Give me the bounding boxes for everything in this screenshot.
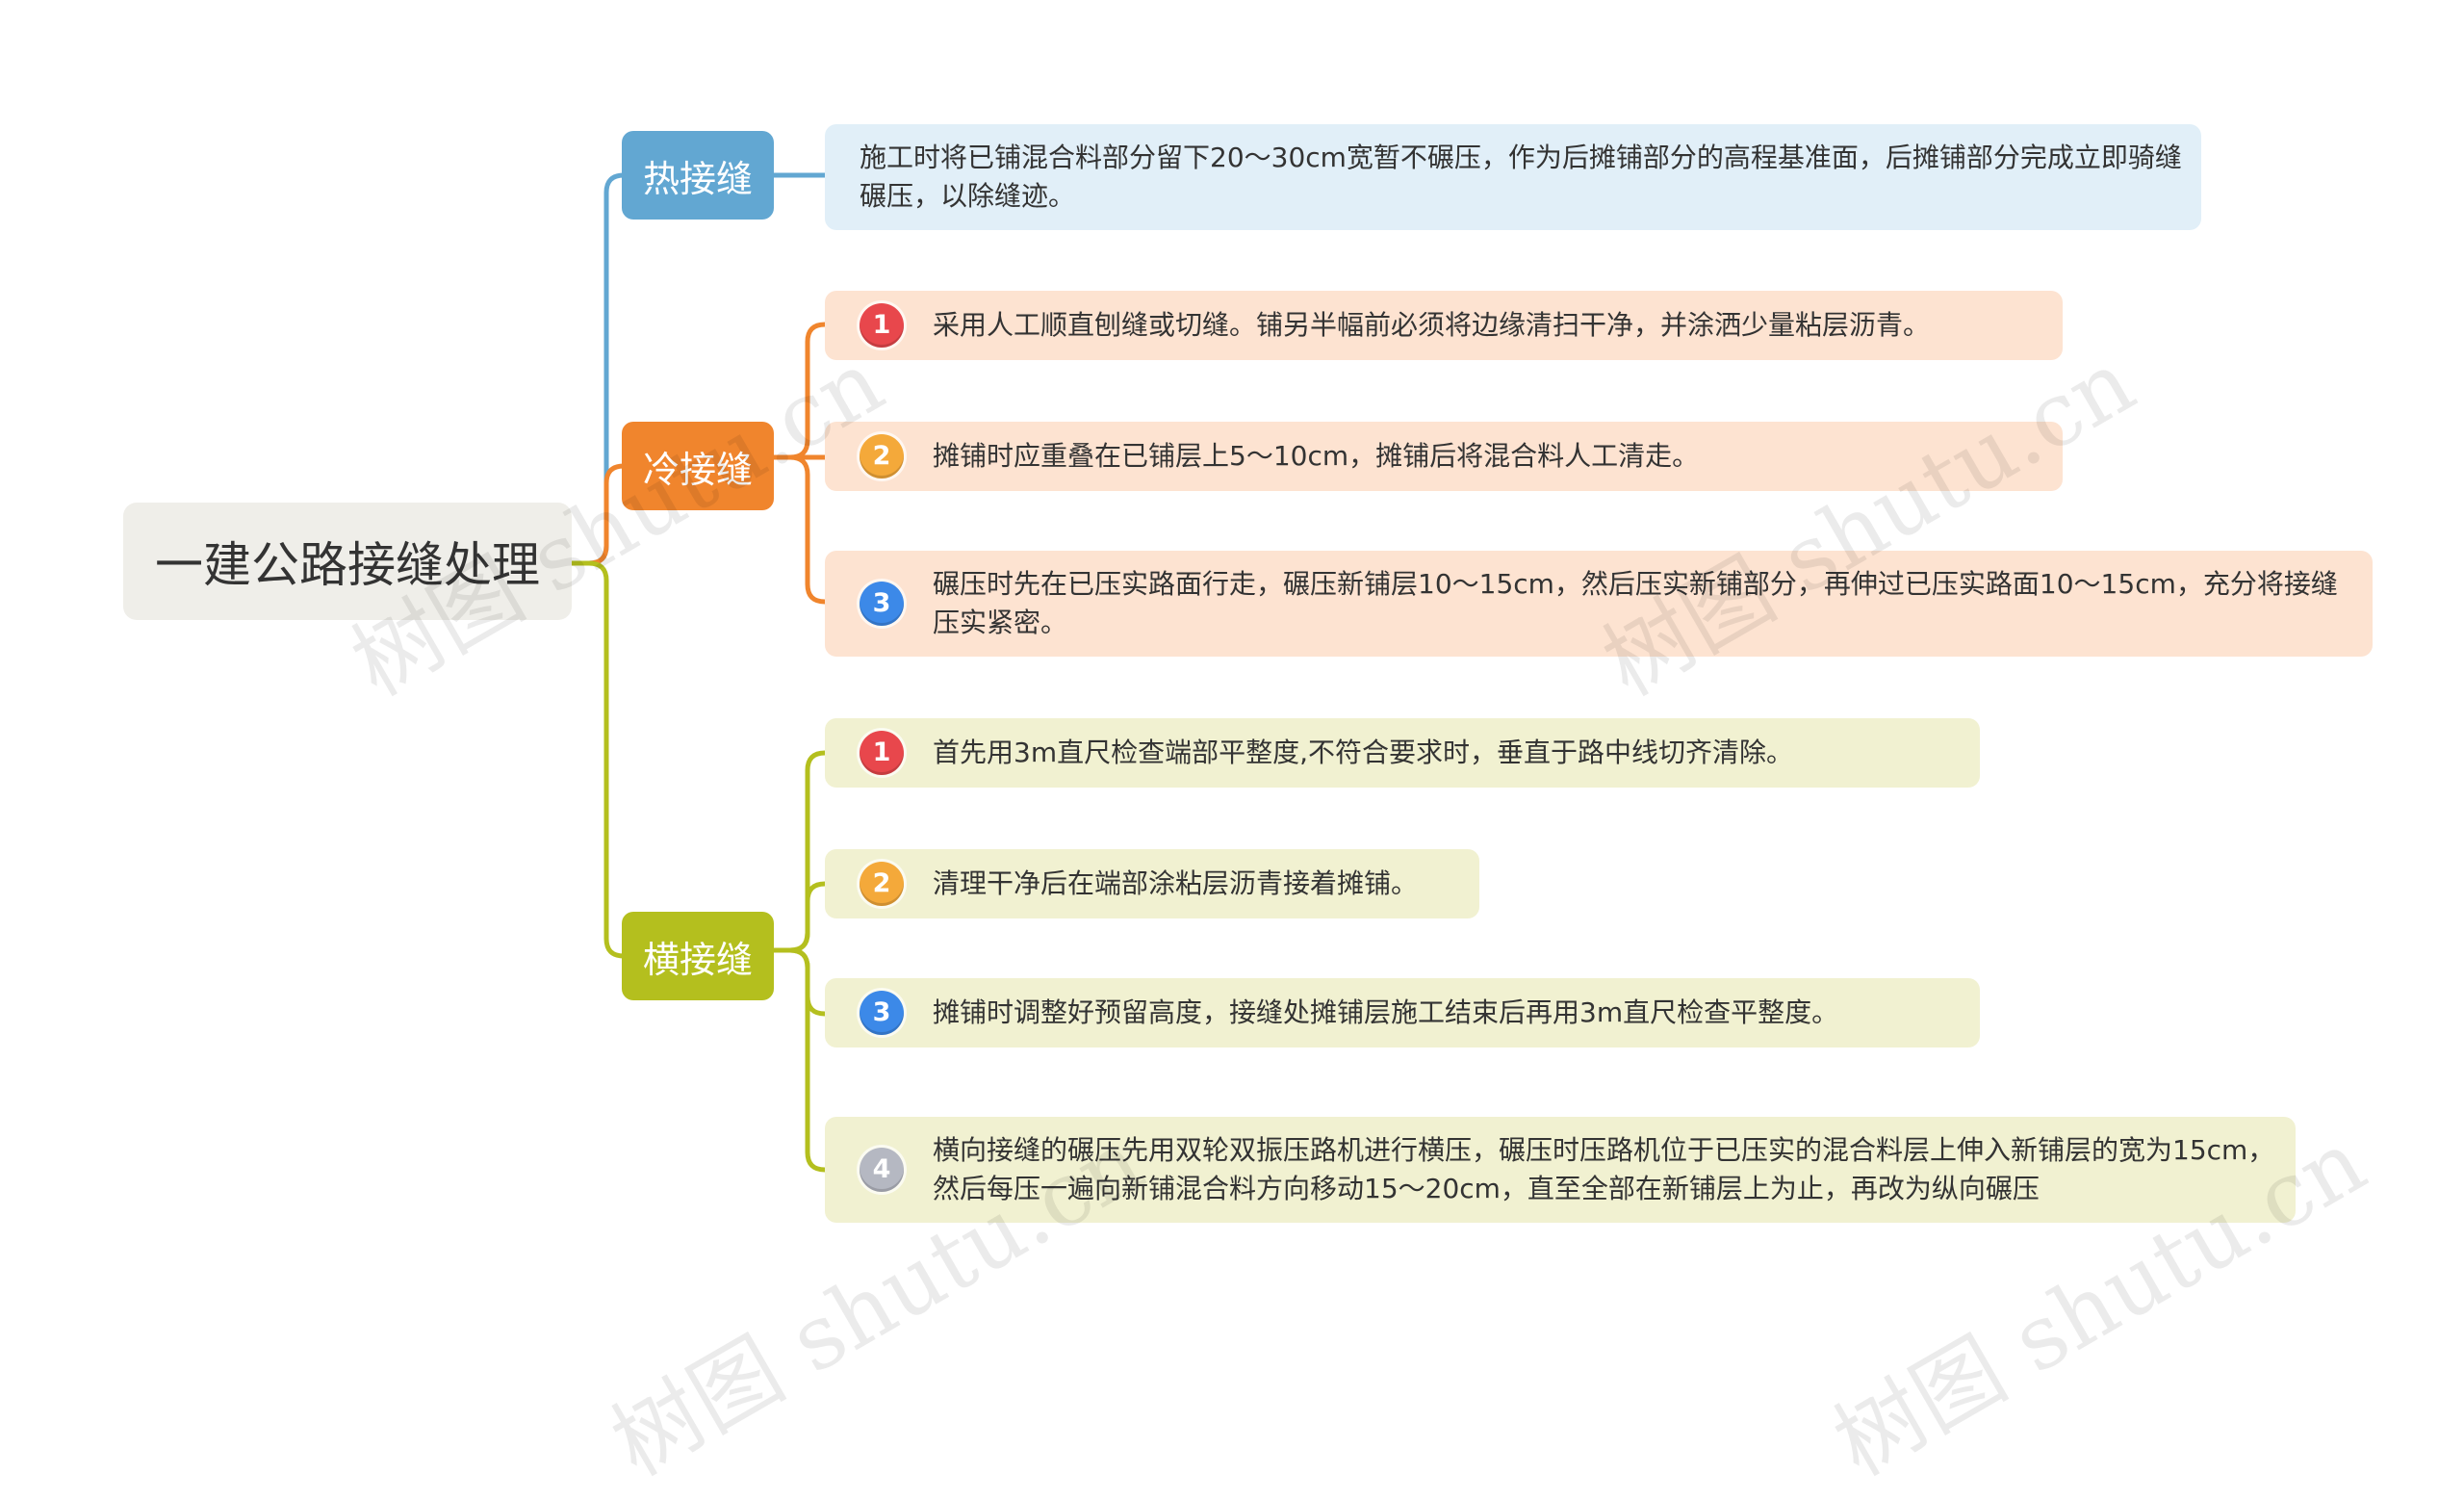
transverse-joint-item-3[interactable]: 3 摊铺时调整好预留高度，接缝处摊铺层施工结束后再用3m直尺检查平整度。 bbox=[825, 978, 1980, 1047]
cold-joint-item-2[interactable]: 2 摊铺时应重叠在已铺层上5～10cm，摊铺后将混合料人工清走。 bbox=[825, 422, 2063, 491]
connector-root-cold bbox=[572, 463, 625, 566]
cold-joint-item-3[interactable]: 3 碾压时先在已压实路面行走，碾压新铺层10～15cm，然后压实新铺部分，再伸过… bbox=[825, 551, 2373, 657]
number-badge-1: 1 bbox=[860, 731, 904, 775]
connector-cold-3 bbox=[774, 454, 826, 605]
connector-trans-3 bbox=[774, 947, 826, 1017]
number-badge-2: 2 bbox=[860, 862, 904, 906]
number-badge-3: 3 bbox=[860, 582, 904, 626]
cold-joint-item-2-text: 摊铺时应重叠在已铺层上5～10cm，摊铺后将混合料人工清走。 bbox=[933, 440, 1700, 472]
transverse-joint-item-3-text: 摊铺时调整好预留高度，接缝处摊铺层施工结束后再用3m直尺检查平整度。 bbox=[933, 996, 1839, 1028]
number-badge-4: 4 bbox=[860, 1148, 904, 1192]
branch-hot-joint-label: 热接缝 bbox=[642, 157, 753, 200]
root-topic[interactable]: 一建公路接缝处理 bbox=[123, 503, 572, 620]
branch-transverse-joint[interactable]: 横接缝 bbox=[622, 912, 774, 1000]
cold-joint-item-3-text: 碾压时先在已压实路面行走，碾压新铺层10～15cm，然后压实新铺部分，再伸过已压… bbox=[933, 568, 2338, 638]
connector-trans-4 bbox=[774, 947, 826, 1173]
hot-joint-item-1-text: 施工时将已铺混合料部分留下20～30cm宽暂不碾压，作为后摊铺部分的高程基准面，… bbox=[860, 142, 2182, 212]
branch-cold-joint[interactable]: 冷接缝 bbox=[622, 422, 774, 510]
connector-trans-1 bbox=[774, 750, 826, 953]
cold-joint-item-1[interactable]: 1 采用人工顺直刨缝或切缝。铺另半幅前必须将边缘清扫干净，并涂洒少量粘层沥青。 bbox=[825, 291, 2063, 360]
number-badge-1: 1 bbox=[860, 303, 904, 348]
branch-transverse-joint-label: 横接缝 bbox=[642, 938, 753, 981]
transverse-joint-item-4-text: 横向接缝的碾压先用双轮双振压路机进行横压，碾压时压路机位于已压实的混合料层上伸入… bbox=[933, 1134, 2275, 1204]
transverse-joint-item-2-text: 清理干净后在端部涂粘层沥青接着摊铺。 bbox=[933, 867, 1419, 899]
root-topic-label: 一建公路接缝处理 bbox=[155, 537, 540, 593]
connector-cold-1 bbox=[774, 322, 826, 460]
connector-root-hot bbox=[572, 172, 625, 566]
cold-joint-item-1-text: 采用人工顺直刨缝或切缝。铺另半幅前必须将边缘清扫干净，并涂洒少量粘层沥青。 bbox=[933, 309, 1931, 341]
transverse-joint-item-1-text: 首先用3m直尺检查端部平整度,不符合要求时，垂直于路中线切齐清除。 bbox=[933, 737, 1793, 768]
hot-joint-item-1[interactable]: 施工时将已铺混合料部分留下20～30cm宽暂不碾压，作为后摊铺部分的高程基准面，… bbox=[825, 124, 2201, 230]
branch-hot-joint[interactable]: 热接缝 bbox=[622, 131, 774, 220]
transverse-joint-item-1[interactable]: 1 首先用3m直尺检查端部平整度,不符合要求时，垂直于路中线切齐清除。 bbox=[825, 718, 1980, 788]
connector-trans-2 bbox=[774, 881, 826, 953]
number-badge-2: 2 bbox=[860, 434, 904, 478]
branch-cold-joint-label: 冷接缝 bbox=[642, 448, 753, 491]
connector-root-trans bbox=[572, 560, 625, 959]
number-badge-3: 3 bbox=[860, 991, 904, 1035]
transverse-joint-item-2[interactable]: 2 清理干净后在端部涂粘层沥青接着摊铺。 bbox=[825, 849, 1479, 918]
transverse-joint-item-4[interactable]: 4 横向接缝的碾压先用双轮双振压路机进行横压，碾压时压路机位于已压实的混合料层上… bbox=[825, 1117, 2296, 1223]
